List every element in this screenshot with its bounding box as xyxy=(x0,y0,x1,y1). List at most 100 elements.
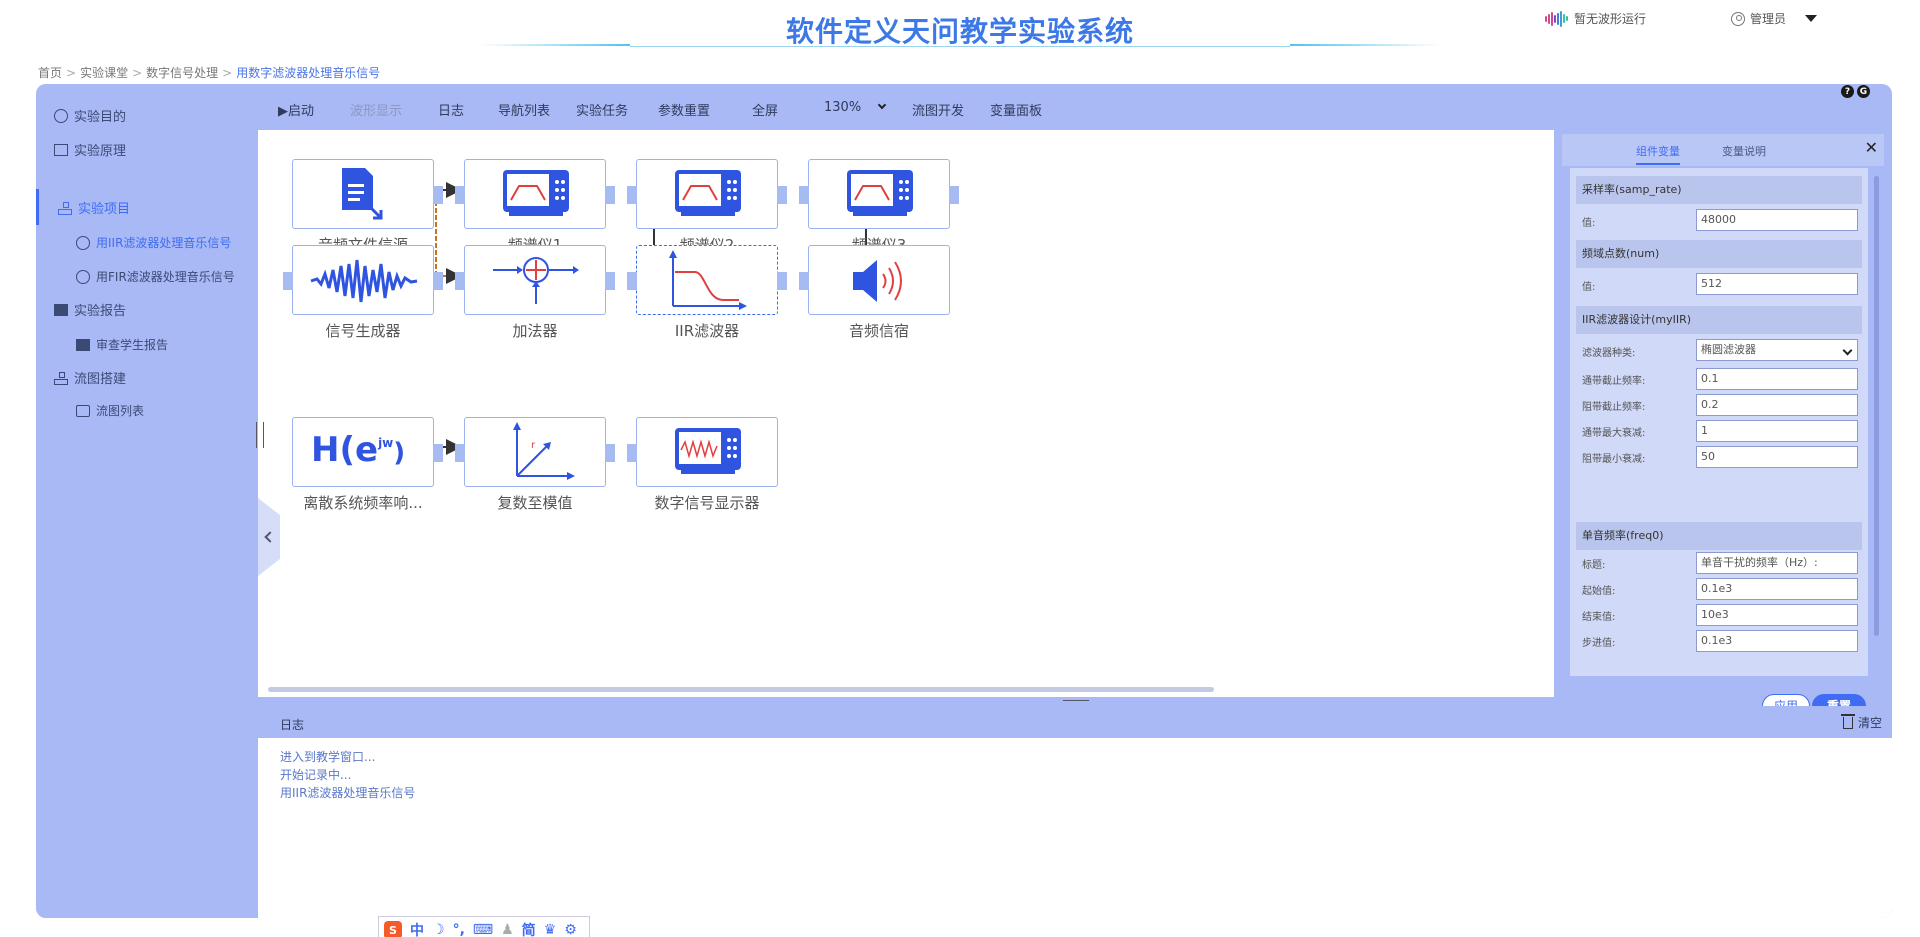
output-port[interactable] xyxy=(949,186,959,204)
vertical-scrollbar[interactable] xyxy=(1874,176,1879,636)
filter-type-select[interactable]: 椭圆滤波器 xyxy=(1696,339,1858,361)
var-panel-button[interactable]: 变量面板 xyxy=(990,100,1042,119)
input-port[interactable] xyxy=(799,186,809,204)
stopband-atten-input[interactable]: 50 xyxy=(1696,446,1858,468)
skin-icon[interactable]: ♛ xyxy=(544,922,557,937)
output-port[interactable] xyxy=(605,272,615,290)
block-iir-filter[interactable] xyxy=(627,245,787,315)
param-reset-button[interactable]: 参数重置 xyxy=(658,100,710,119)
passband-atten-input[interactable]: 1 xyxy=(1696,420,1858,442)
task-button[interactable]: 实验任务 xyxy=(576,100,628,119)
block-spectrum-2[interactable] xyxy=(627,159,787,229)
sidebar-item-label: 流图搭建 xyxy=(74,372,127,387)
nav-list-button[interactable]: 导航列表 xyxy=(498,100,550,119)
sidebar-item-review[interactable]: 审查学生报告 xyxy=(76,336,168,353)
caret-down-icon[interactable] xyxy=(1805,15,1818,22)
tab-component-vars[interactable]: 组件变量 xyxy=(1636,143,1680,165)
flowgraph-canvas[interactable]: 音频文件信源 频谱仪1 频谱 xyxy=(258,130,1554,697)
sidebar-item-label: 实验报告 xyxy=(74,304,127,319)
input-port[interactable] xyxy=(455,444,465,462)
layers-icon xyxy=(76,404,90,417)
block-digital-display[interactable] xyxy=(627,417,778,487)
document-icon xyxy=(76,338,90,351)
sidebar-item-fir[interactable]: 用FIR滤波器处理音乐信号 xyxy=(76,268,235,285)
horizontal-scrollbar[interactable] xyxy=(268,687,1214,692)
input-port[interactable] xyxy=(627,444,637,462)
ime-simplified-toggle[interactable]: 简 xyxy=(522,920,536,937)
breadcrumb-home[interactable]: 首页 xyxy=(38,64,62,81)
sidebar-item-flowlist[interactable]: 流图列表 xyxy=(76,402,144,419)
sidebar-item-flowgraph[interactable]: 流图搭建 xyxy=(54,368,126,387)
log-line: 进入到教学窗口... xyxy=(280,750,376,764)
sidebar-item-principle[interactable]: 实验原理 xyxy=(54,140,126,159)
input-port[interactable] xyxy=(455,272,465,290)
block-adder[interactable] xyxy=(455,245,615,315)
clear-log-button[interactable]: 清空 xyxy=(1840,713,1882,731)
output-port[interactable] xyxy=(433,272,443,290)
zoom-select[interactable]: 130% xyxy=(824,100,887,115)
input-port[interactable] xyxy=(799,272,809,290)
github-icon[interactable]: G xyxy=(1857,85,1870,98)
fullscreen-button[interactable]: 全屏 xyxy=(752,100,778,119)
stopband-freq-input[interactable]: 0.2 xyxy=(1696,394,1858,416)
block-label: 信号生成器 xyxy=(325,322,401,340)
section-freq0: 单音频率(freq0) 标题: 单音干扰的频率（Hz）: 起始值: 0.1e3 结束… xyxy=(1576,522,1862,654)
output-port[interactable] xyxy=(433,444,443,462)
close-icon[interactable]: ✕ xyxy=(1865,138,1878,157)
ime-chinese-toggle[interactable]: 中 xyxy=(410,920,424,937)
log-button[interactable]: 日志 xyxy=(438,100,464,119)
gear-icon[interactable]: ⚙ xyxy=(564,922,577,937)
block-spectrum-1[interactable] xyxy=(455,159,615,229)
flow-dev-button[interactable]: 流图开发 xyxy=(912,100,964,119)
block-audio-sink[interactable] xyxy=(799,245,950,315)
sidebar-item-label: 实验目的 xyxy=(74,110,127,125)
moon-icon[interactable]: ☽ xyxy=(432,922,445,937)
block-frequency-response[interactable]: H(e jw) xyxy=(292,417,443,487)
num-input[interactable]: 512 xyxy=(1696,273,1858,295)
help-icon[interactable]: ? xyxy=(1841,85,1854,98)
freq-resp-icon-sup: jw xyxy=(378,436,394,450)
output-port[interactable] xyxy=(605,444,615,462)
user-menu[interactable]: 管理员 xyxy=(1731,10,1818,27)
sogou-logo-icon[interactable]: S xyxy=(384,921,402,937)
block-complex-magnitude[interactable]: r xyxy=(455,417,615,487)
block-audio-source[interactable] xyxy=(292,159,443,229)
sidebar-item-iir[interactable]: 用IIR滤波器处理音乐信号 xyxy=(76,234,231,251)
block-signal-generator[interactable] xyxy=(283,245,443,315)
section-title: 频域点数(num) xyxy=(1576,240,1862,268)
freq0-step-input[interactable]: 0.1e3 xyxy=(1696,630,1858,652)
speaker-icon xyxy=(853,260,902,302)
breadcrumb-dsp[interactable]: 数字信号处理 xyxy=(146,64,218,81)
freq0-start-input[interactable]: 0.1e3 xyxy=(1696,578,1858,600)
output-port[interactable] xyxy=(605,186,615,204)
breadcrumb-classroom[interactable]: 实验课堂 xyxy=(80,64,128,81)
output-port[interactable] xyxy=(777,272,787,290)
field-label: 滤波器种类: xyxy=(1582,348,1636,359)
start-button[interactable]: ▶启动 xyxy=(278,100,314,119)
keyboard-icon[interactable]: ⌨ xyxy=(473,922,493,937)
block-spectrum-3[interactable] xyxy=(799,159,959,229)
punctuation-icon[interactable]: °, xyxy=(453,922,465,937)
output-port[interactable] xyxy=(777,186,787,204)
tab-var-description[interactable]: 变量说明 xyxy=(1722,143,1766,159)
vertical-splitter[interactable] xyxy=(256,422,264,448)
log-panel: 日志 清空 进入到教学窗口... 开始记录中... 用IIR滤波器处理音乐信号 xyxy=(258,706,1892,918)
properties-tabs: 组件变量 变量说明 ✕ xyxy=(1562,134,1884,166)
freq0-title-input[interactable]: 单音干扰的频率（Hz）: xyxy=(1696,552,1858,574)
samp-rate-input[interactable]: 48000 xyxy=(1696,209,1858,231)
sidebar-item-report[interactable]: 实验报告 xyxy=(54,300,126,319)
block-label: 加法器 xyxy=(512,322,558,340)
freq0-end-input[interactable]: 10e3 xyxy=(1696,604,1858,626)
sidebar-item-projects[interactable]: 实验项目 xyxy=(58,198,130,217)
output-port[interactable] xyxy=(433,186,443,204)
chevron-left-icon xyxy=(264,531,276,543)
passband-freq-input[interactable]: 0.1 xyxy=(1696,368,1858,390)
user-icon[interactable]: ♟ xyxy=(501,922,514,937)
input-port[interactable] xyxy=(283,272,293,290)
input-port[interactable] xyxy=(455,186,465,204)
input-port[interactable] xyxy=(627,186,637,204)
waveform-button[interactable]: 波形显示 xyxy=(350,100,402,119)
sidebar-item-objective[interactable]: 实验目的 xyxy=(54,106,126,125)
user-icon xyxy=(1731,11,1745,26)
input-port[interactable] xyxy=(627,272,637,290)
